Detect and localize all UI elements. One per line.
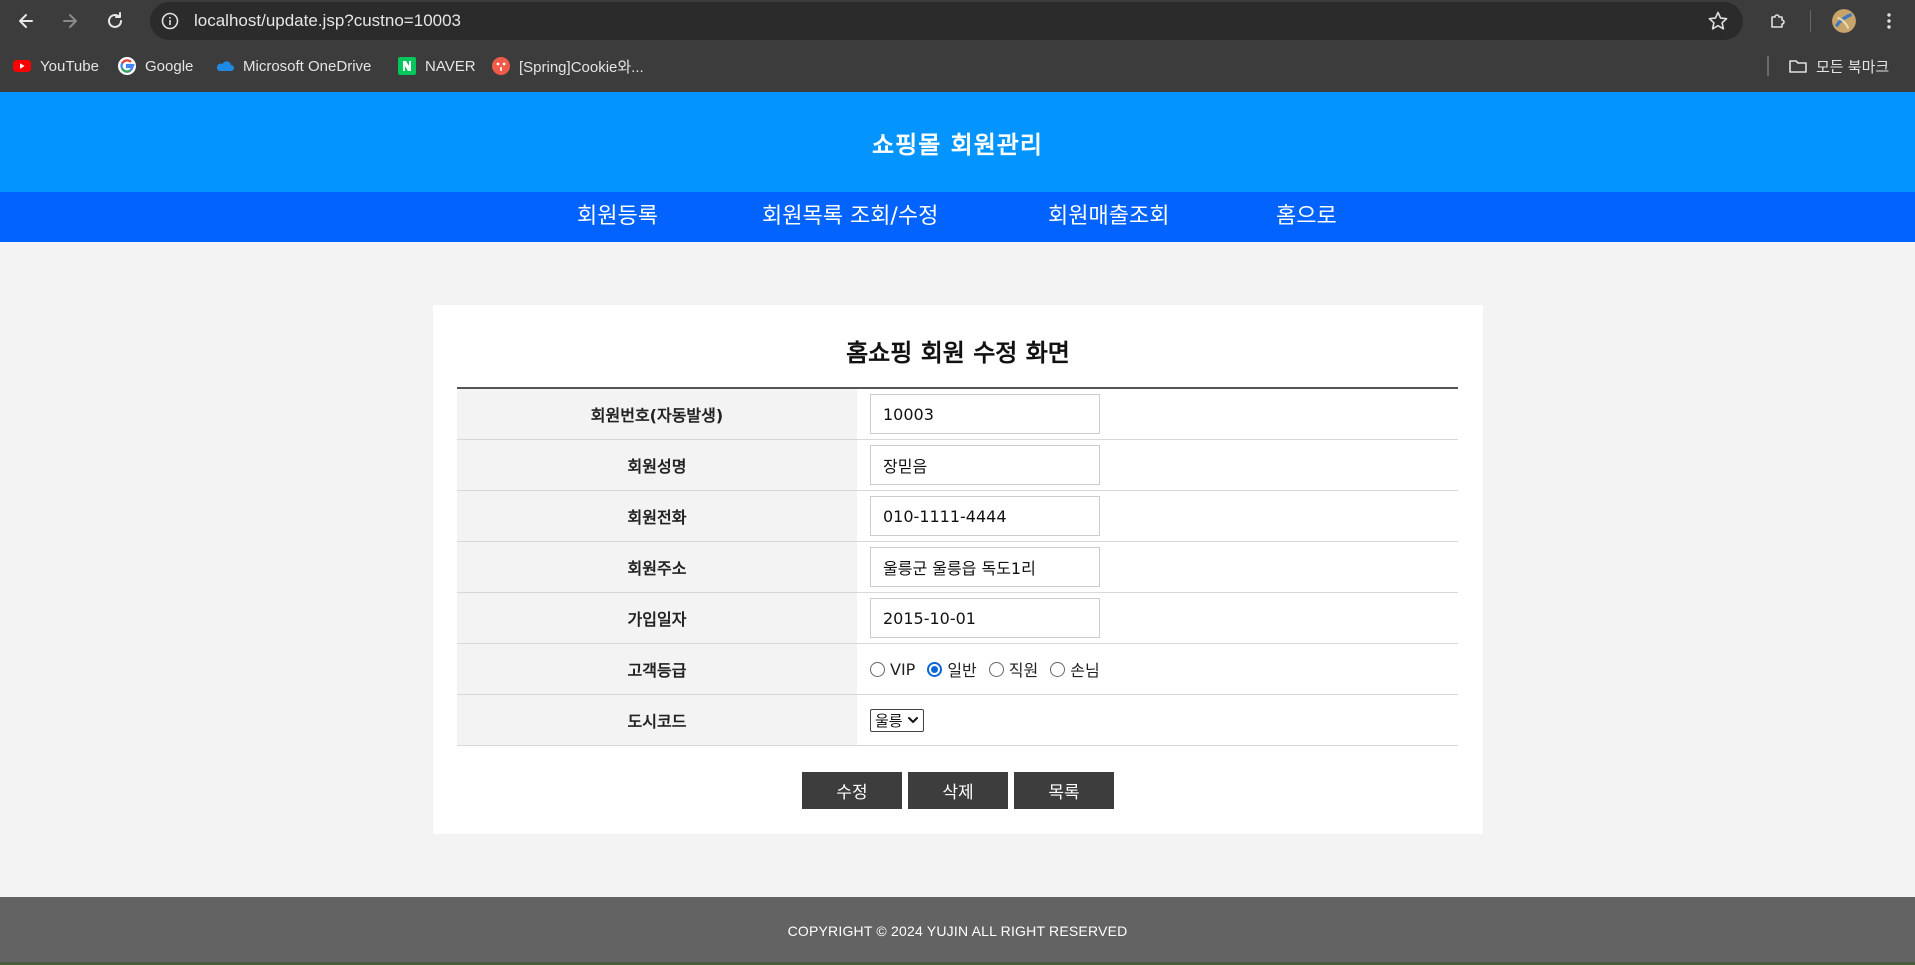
phone-label: 회원전화	[457, 491, 857, 541]
site-icon	[492, 57, 510, 75]
reload-icon	[108, 12, 122, 28]
form-row-phone: 회원전화	[457, 491, 1458, 542]
form-row-grade: 고객등급 VIP 일반 직원 손님	[457, 644, 1458, 695]
google-icon	[118, 57, 136, 75]
arrow-right-icon	[63, 14, 77, 28]
city-select[interactable]: 울릉	[870, 708, 924, 732]
bookmark-label: [Spring]Cookie와...	[519, 58, 644, 76]
bookmarks-bar: YouTube Google Microsoft OneDrive NAVER …	[0, 46, 1915, 86]
grade-option-label: 직원	[1008, 661, 1039, 680]
youtube-icon	[13, 60, 31, 72]
site-header: 쇼핑몰 회원관리	[0, 92, 1915, 192]
grade-cell: VIP 일반 직원 손님	[857, 644, 1458, 694]
nav-sales[interactable]: 회원매출조회	[1048, 192, 1169, 242]
member-form-table: 회원번호(자동발생) 회원성명 회원전화 회원주소 가입일자	[457, 387, 1458, 746]
more-vertical-icon	[1887, 13, 1891, 29]
update-form-card: 홈쇼핑 회원 수정 화면 회원번호(자동발생) 회원성명 회원전화 회원주소	[433, 305, 1483, 834]
form-row-custname: 회원성명	[457, 440, 1458, 491]
custno-cell	[857, 389, 1458, 439]
phone-input[interactable]	[870, 496, 1100, 536]
custname-label: 회원성명	[457, 440, 857, 490]
form-row-address: 회원주소	[457, 542, 1458, 593]
bookmark-label: YouTube	[40, 57, 99, 75]
folder-icon	[1789, 60, 1807, 73]
form-title: 홈쇼핑 회원 수정 화면	[846, 339, 1070, 367]
chevron-down-icon	[907, 717, 918, 723]
phone-cell	[857, 491, 1458, 541]
delete-button[interactable]: 삭제	[908, 772, 1008, 809]
joindate-input[interactable]	[870, 598, 1100, 638]
address-input[interactable]	[870, 547, 1100, 587]
custname-cell	[857, 440, 1458, 490]
bookmark-label: NAVER	[425, 57, 476, 75]
bookmark-label: Microsoft OneDrive	[243, 57, 372, 75]
browser-chrome: localhost/update.jsp?custno=10003 YouTub…	[0, 0, 1915, 92]
city-cell: 울릉	[857, 695, 1458, 745]
naver-icon	[398, 57, 416, 75]
site-title: 쇼핑몰 회원관리	[872, 130, 1043, 159]
all-bookmarks-button[interactable]: 모든 북마크	[1788, 46, 1889, 86]
city-label: 도시코드	[457, 695, 857, 745]
extensions-button[interactable]	[1763, 6, 1793, 36]
bookmark-google[interactable]: Google	[117, 46, 193, 86]
avatar-icon	[1832, 9, 1856, 33]
copyright-text: COPYRIGHT © 2024 YUJIN ALL RIGHT RESERVE…	[787, 923, 1128, 939]
grade-radio-group: VIP 일반 직원 손님	[870, 657, 1100, 681]
list-button[interactable]: 목록	[1014, 772, 1114, 809]
form-row-custno: 회원번호(자동발생)	[457, 389, 1458, 440]
all-bookmarks-label: 모든 북마크	[1816, 58, 1890, 76]
forward-button[interactable]	[55, 6, 85, 36]
main-nav: 회원등록 회원목록 조회/수정 회원매출조회 홈으로	[0, 192, 1915, 242]
custno-label: 회원번호(자동발생)	[457, 389, 857, 439]
reload-button[interactable]	[100, 6, 130, 36]
puzzle-icon	[1771, 14, 1785, 28]
bookmark-star-icon[interactable]	[1707, 10, 1729, 32]
bookmark-naver[interactable]: NAVER	[397, 46, 476, 86]
grade-label: 고객등급	[457, 644, 857, 694]
site-info-icon[interactable]	[160, 11, 180, 31]
address-cell	[857, 542, 1458, 592]
address-bar[interactable]: localhost/update.jsp?custno=10003	[150, 2, 1743, 40]
bookmark-youtube[interactable]: YouTube	[12, 46, 99, 86]
grade-option-normal[interactable]: 일반	[927, 657, 977, 681]
browser-toolbar: localhost/update.jsp?custno=10003	[0, 0, 1915, 42]
nav-register[interactable]: 회원등록	[577, 192, 658, 242]
radio-staff[interactable]	[988, 661, 1004, 677]
grade-option-label: 손님	[1070, 661, 1100, 680]
site-footer: COPYRIGHT © 2024 YUJIN ALL RIGHT RESERVE…	[0, 897, 1915, 965]
back-button[interactable]	[11, 6, 41, 36]
bookmarks-divider	[1767, 56, 1769, 76]
nav-member-list[interactable]: 회원목록 조회/수정	[762, 192, 938, 242]
onedrive-icon	[216, 61, 234, 71]
radio-guest[interactable]	[1050, 661, 1066, 677]
grade-option-guest[interactable]: 손님	[1050, 657, 1100, 681]
arrow-left-icon	[19, 14, 33, 28]
radio-vip[interactable]	[870, 661, 885, 677]
form-actions: 수정 삭제 목록	[433, 772, 1483, 809]
url-text[interactable]: localhost/update.jsp?custno=10003	[194, 2, 461, 40]
joindate-cell	[857, 593, 1458, 643]
city-select-value: 울릉	[875, 711, 903, 730]
bookmark-label: Google	[145, 57, 194, 75]
nav-home[interactable]: 홈으로	[1276, 192, 1337, 242]
bookmark-onedrive[interactable]: Microsoft OneDrive	[215, 46, 371, 86]
profile-button[interactable]	[1829, 6, 1859, 36]
custno-input[interactable]	[870, 394, 1100, 434]
update-button[interactable]: 수정	[802, 772, 902, 809]
form-row-joindate: 가입일자	[457, 593, 1458, 644]
address-label: 회원주소	[457, 542, 857, 592]
custname-input[interactable]	[870, 445, 1100, 485]
grade-option-staff[interactable]: 직원	[988, 657, 1039, 681]
joindate-label: 가입일자	[457, 593, 857, 643]
grade-option-vip[interactable]: VIP	[870, 660, 915, 679]
browser-menu-button[interactable]	[1874, 6, 1904, 36]
grade-option-label: 일반	[947, 661, 977, 680]
toolbar-divider	[1810, 10, 1811, 32]
grade-option-label: VIP	[890, 659, 916, 679]
radio-normal[interactable]	[927, 661, 943, 677]
bookmark-spring-cookie[interactable]: [Spring]Cookie와...	[491, 46, 644, 86]
form-row-city: 도시코드 울릉	[457, 695, 1458, 746]
